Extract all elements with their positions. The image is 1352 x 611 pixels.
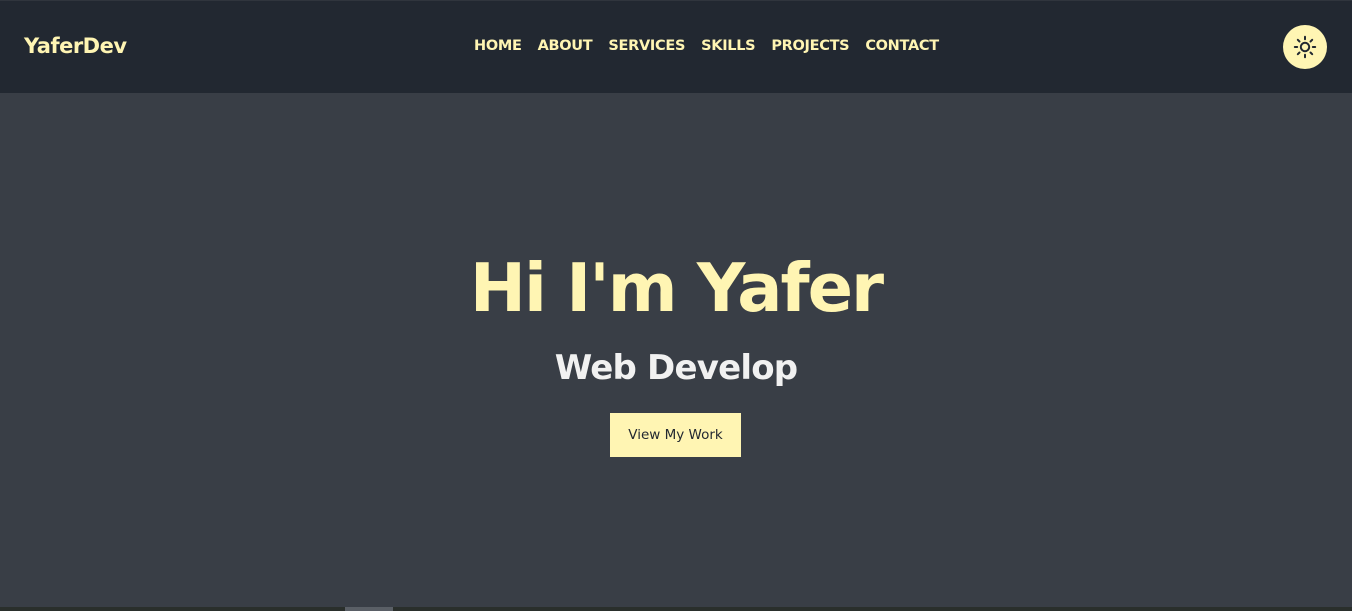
nav-link-skills[interactable]: SKILLS (701, 38, 756, 54)
brand-logo[interactable]: YaferDev (24, 34, 127, 58)
horizontal-scrollbar-thumb[interactable] (345, 607, 393, 611)
page: YaferDev HOME ABOUT SERVICES SKILLS PROJ… (0, 0, 1352, 611)
sun-icon (1293, 35, 1317, 59)
nav-link-about[interactable]: ABOUT (538, 38, 593, 54)
nav-link-contact[interactable]: CONTACT (865, 38, 939, 54)
nav-link-home[interactable]: HOME (474, 38, 522, 54)
hero-subtitle: Web Develop (554, 348, 798, 388)
nav-link-projects[interactable]: PROJECTS (771, 38, 849, 54)
view-my-work-button[interactable]: View My Work (610, 413, 741, 457)
hero-title: Hi I'm Yafer (469, 249, 884, 327)
hero-section: Hi I'm Yafer Web Develop View My Work (0, 93, 1352, 608)
bottom-strip (0, 607, 1352, 611)
theme-toggle-button[interactable] (1283, 25, 1327, 69)
nav-links: HOME ABOUT SERVICES SKILLS PROJECTS CONT… (474, 38, 939, 54)
nav-link-services[interactable]: SERVICES (608, 38, 685, 54)
navbar: YaferDev HOME ABOUT SERVICES SKILLS PROJ… (0, 0, 1352, 93)
